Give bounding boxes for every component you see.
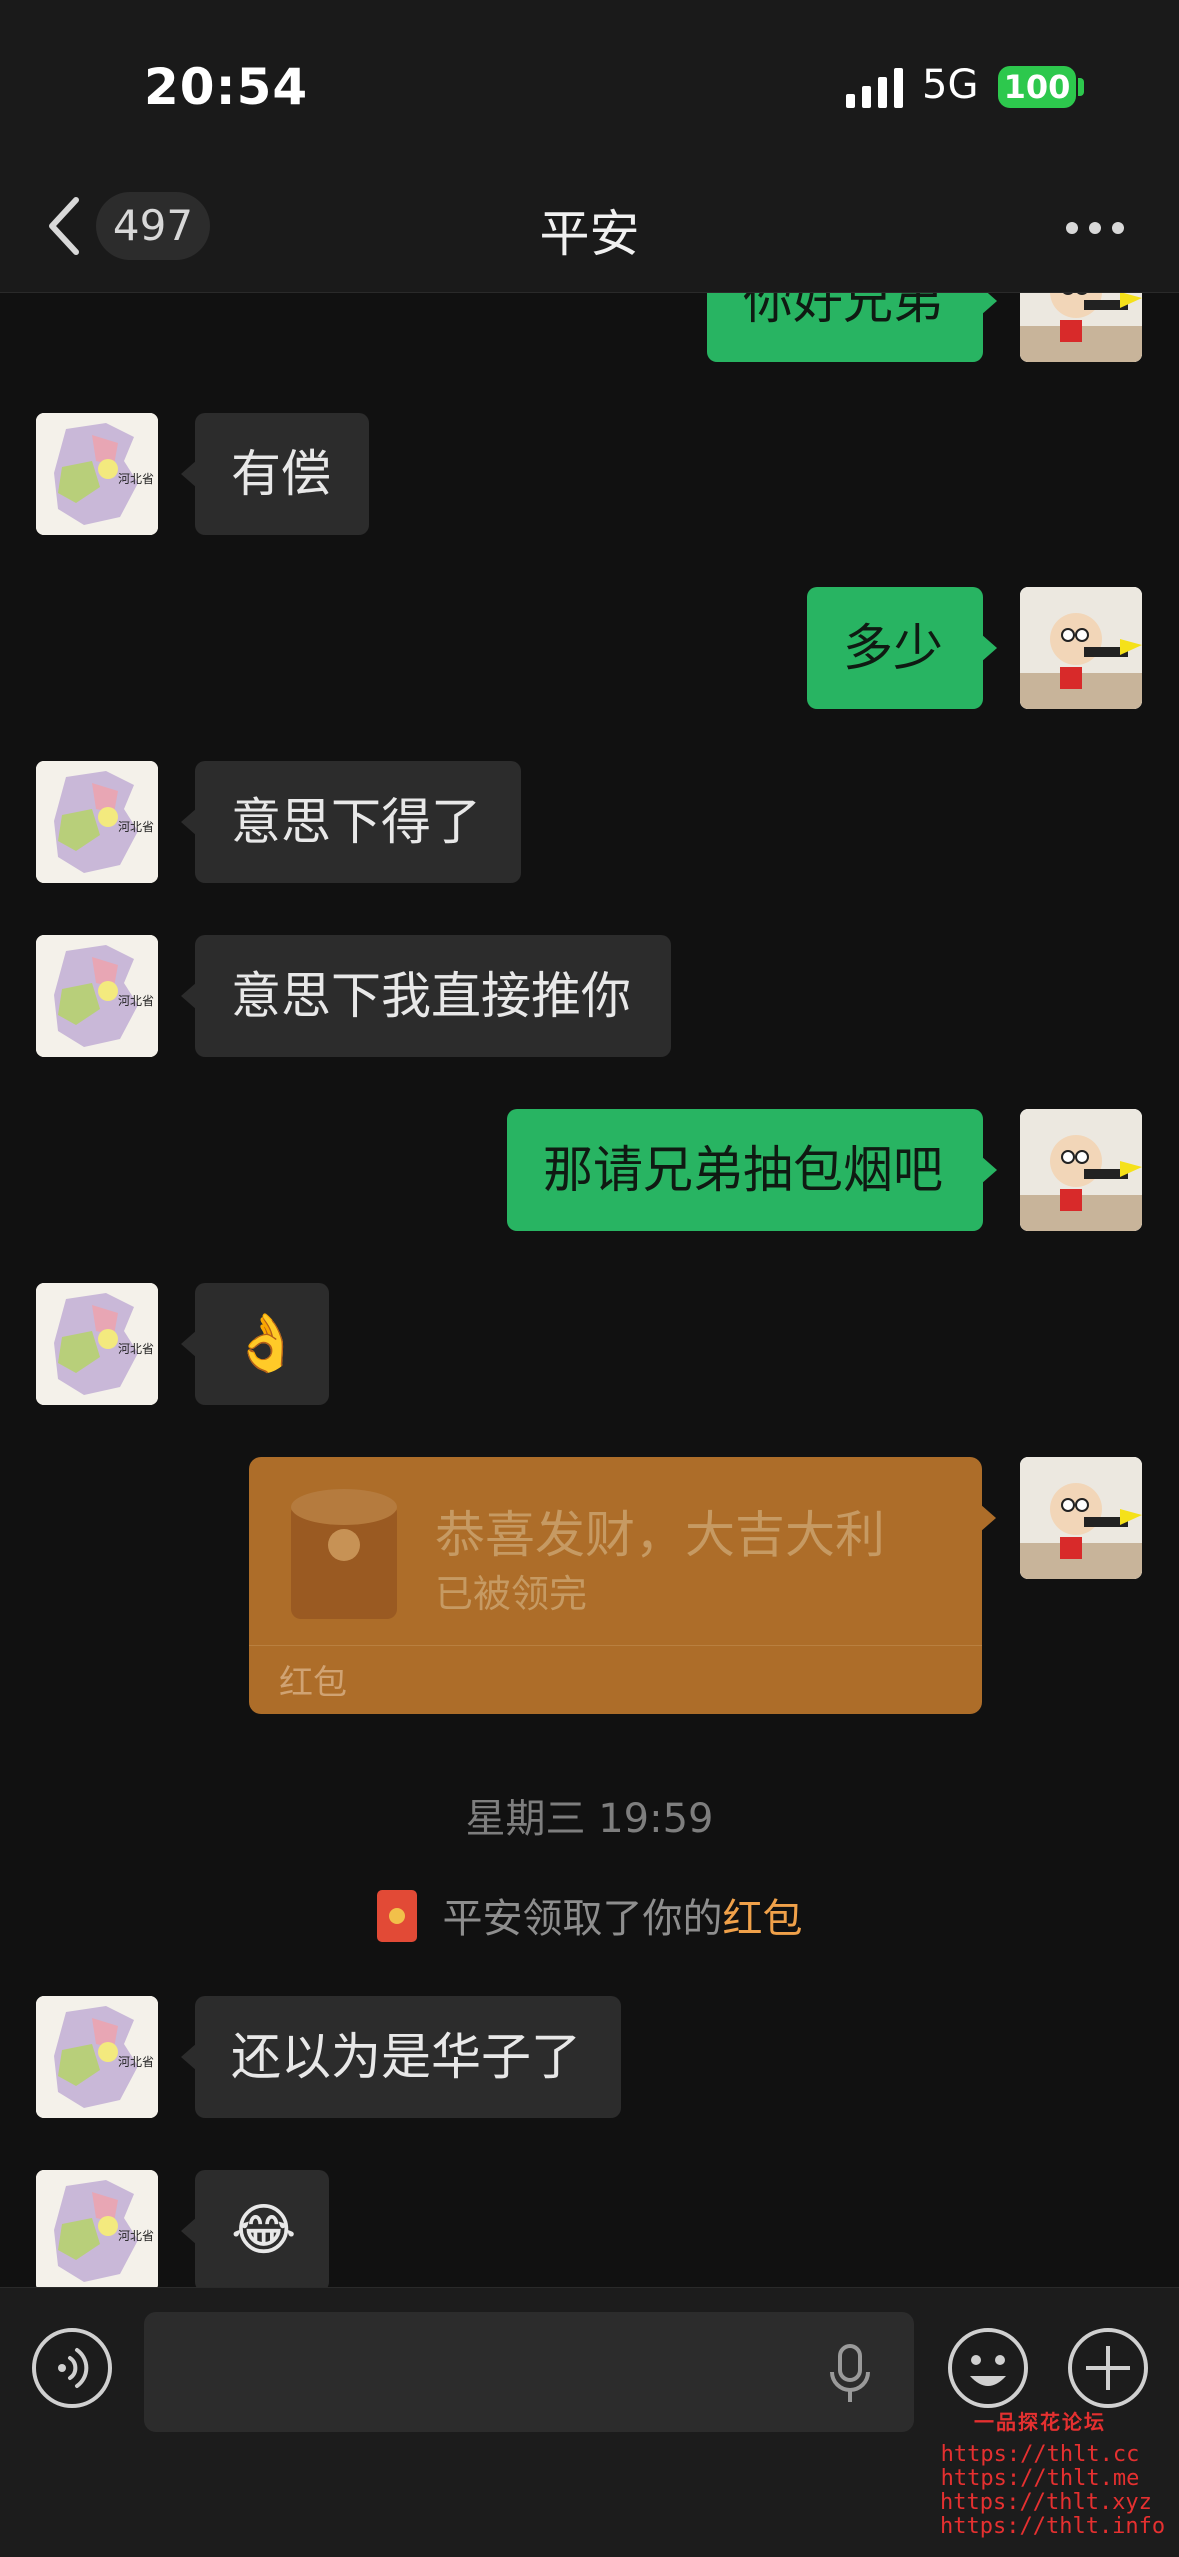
contact-avatar-image: 河北省 [36,2170,158,2287]
system-message: 平安领取了你的红包 [0,1886,1179,1944]
top-bar: 20:54 5G 100 497 平安 [0,0,1179,293]
system-message-link[interactable]: 红包 [723,1896,803,1942]
red-packet-divider [249,1645,982,1646]
my-avatar[interactable] [1020,587,1142,709]
my-avatar[interactable] [1020,1457,1142,1579]
contact-avatar[interactable]: 河北省 [36,761,158,883]
contact-avatar-image: 河北省 [36,935,158,1057]
contact-avatar-image: 河北省 [36,1996,158,2118]
svg-text:河北省: 河北省 [118,472,154,486]
red-packet-icon [291,1489,397,1619]
message-bubble-incoming[interactable]: 意思下我直接推你 [181,935,671,1057]
battery-nub [1078,78,1084,96]
battery-indicator: 100 [998,66,1076,108]
my-avatar-image [1020,1109,1142,1231]
chat-area[interactable]: 你好兄弟 河北省 有偿 多少 河北省 意思下得了 河北省 意思下我直接推你 那请… [0,292,1179,2287]
chat-timestamp: 星期三 19:59 [465,1796,714,1842]
status-time: 20:54 [144,58,309,116]
svg-text:河北省: 河北省 [118,820,154,834]
watermark-link: https://thlt.xyz [940,2490,1152,2515]
voice-icon[interactable] [30,2326,114,2410]
my-avatar-image [1020,587,1142,709]
contact-avatar[interactable]: 河北省 [36,2170,158,2287]
contact-avatar-image: 河北省 [36,413,158,535]
chat-title: 平安 [539,205,640,263]
svg-text:河北省: 河北省 [118,2229,154,2243]
svg-text:河北省: 河北省 [118,1342,154,1356]
signal-icon [846,68,903,108]
my-avatar[interactable] [1020,1109,1142,1231]
message-bubble-incoming[interactable]: 意思下得了 [181,761,521,883]
contact-avatar[interactable]: 河北省 [36,413,158,535]
svg-text:河北省: 河北省 [118,994,154,1008]
message-bubble-outgoing[interactable]: 那请兄弟抽包烟吧 [507,1109,997,1231]
contact-avatar-image: 河北省 [36,761,158,883]
microphone-icon[interactable] [826,2344,874,2404]
svg-text:河北省: 河北省 [118,2055,154,2069]
my-avatar[interactable] [1020,292,1142,362]
network-type: 5G [922,62,979,108]
message-bubble-incoming[interactable]: 有偿 [181,413,369,535]
red-packet-status: 已被领完 [435,1572,588,1616]
red-packet-label: 红包 [279,1663,347,1703]
watermark-link: https://thlt.info [940,2514,1166,2539]
message-bubble-emoji[interactable]: 😂 [181,2170,329,2287]
contact-avatar-image: 河北省 [36,1283,158,1405]
watermark-link: https://thlt.cc [940,2442,1140,2467]
red-packet-card[interactable]: 恭喜发财，大吉大利 已被领完 红包 [249,1457,996,1714]
contact-avatar[interactable]: 河北省 [36,935,158,1057]
emoji-icon[interactable] [946,2326,1030,2410]
red-packet-title: 恭喜发财，大吉大利 [435,1506,885,1564]
message-bubble-emoji[interactable]: 👌 [181,1283,329,1405]
my-avatar-image [1020,1457,1142,1579]
system-message-text: 平安领取了你的 [442,1896,723,1942]
message-bubble-incoming[interactable]: 还以为是华子了 [181,1996,621,2118]
message-bubble-outgoing[interactable]: 你好兄弟 [707,292,997,362]
contact-avatar[interactable]: 河北省 [36,1283,158,1405]
red-packet-small-icon [376,1890,417,1942]
input-bar: 一品探花论坛 https://thlt.cc https://thlt.me h… [0,2287,1179,2557]
watermark-link: https://thlt.me [940,2466,1140,2491]
message-input[interactable] [144,2312,914,2432]
message-bubble-outgoing[interactable]: 多少 [807,587,997,709]
more-icon[interactable] [1066,222,1124,234]
my-avatar-image [1020,292,1142,362]
plus-icon[interactable] [1066,2326,1150,2410]
contact-avatar[interactable]: 河北省 [36,1996,158,2118]
watermark: 一品探花论坛 https://thlt.cc https://thlt.me h… [940,2406,1166,2539]
watermark-title: 一品探花论坛 [974,2410,1106,2434]
